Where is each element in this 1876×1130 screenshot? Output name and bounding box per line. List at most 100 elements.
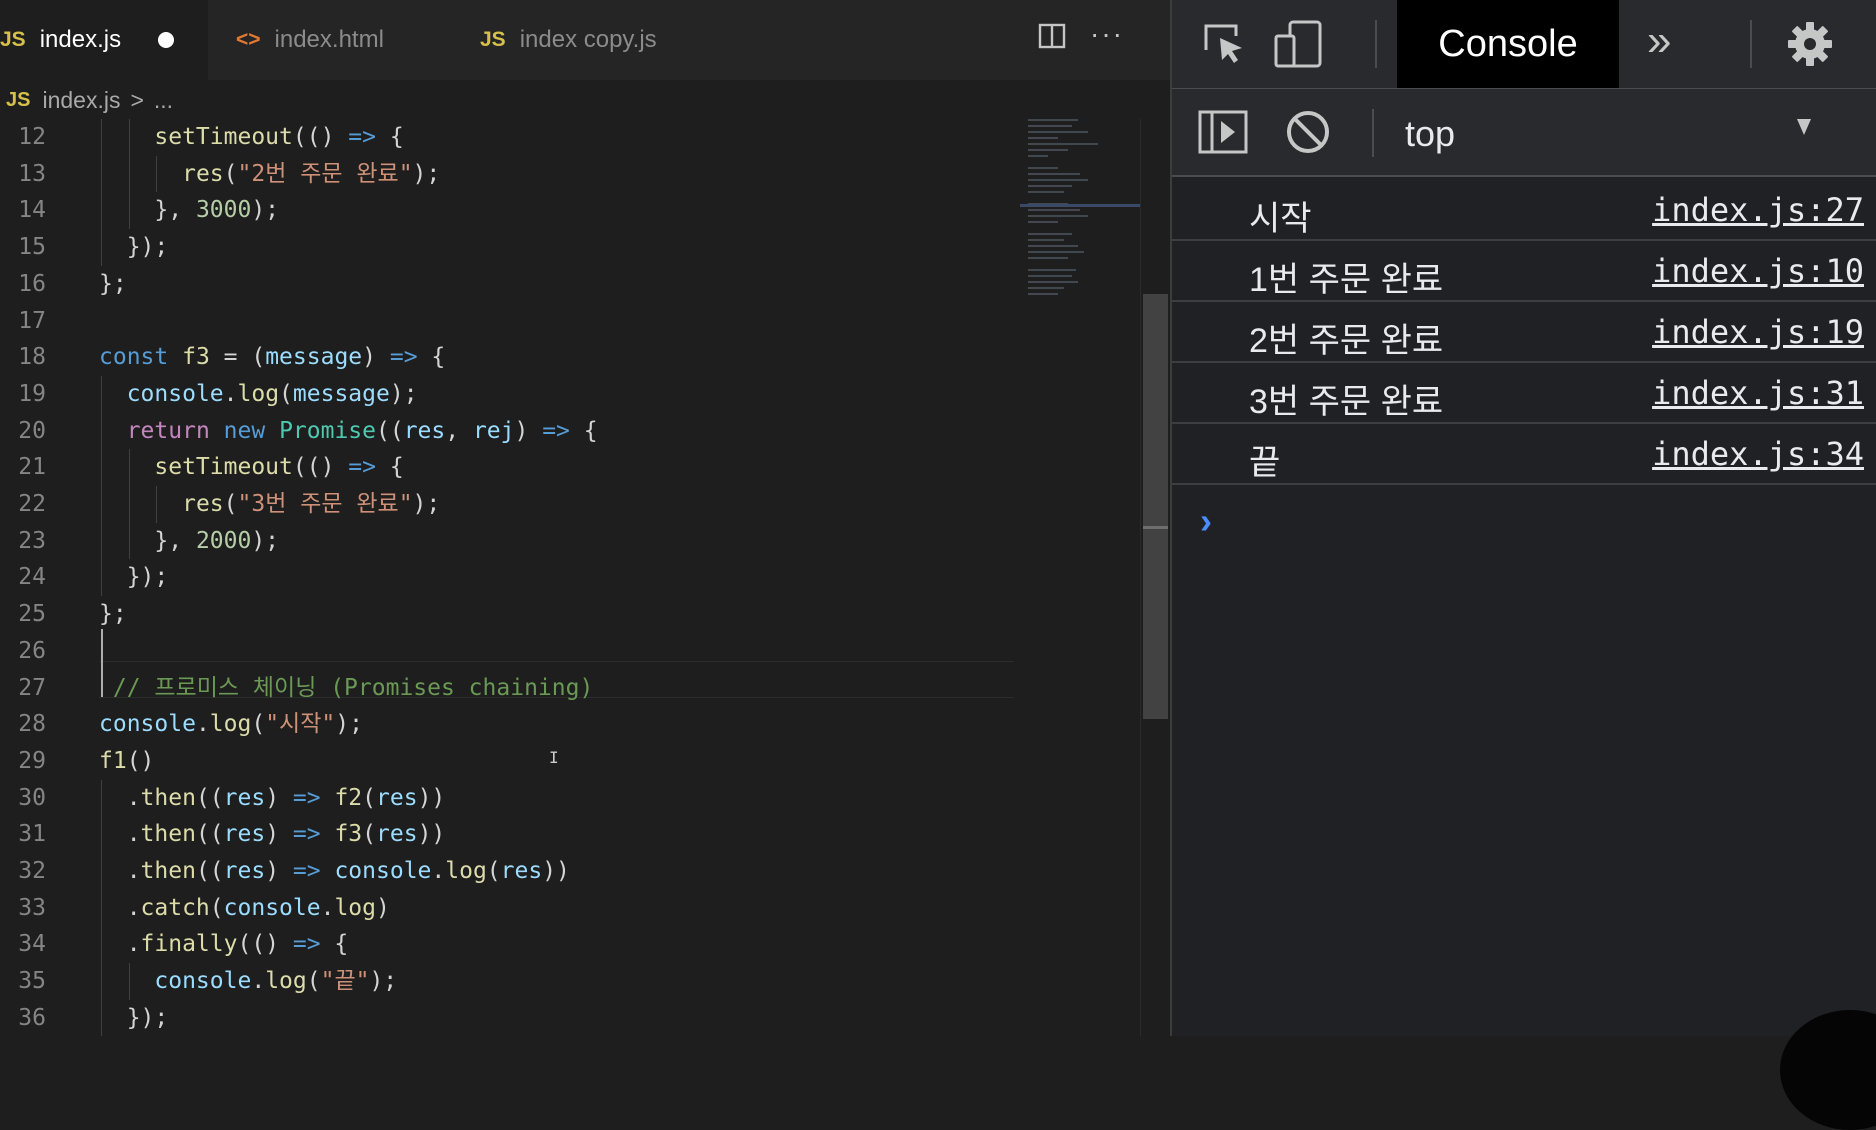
code-token: . bbox=[251, 968, 266, 995]
code-line[interactable]: 16}; bbox=[0, 266, 1020, 303]
code-line[interactable]: 14 }, 3000); bbox=[0, 192, 1020, 230]
more-actions-icon[interactable]: ··· bbox=[1090, 18, 1124, 50]
line-number: 21 bbox=[18, 454, 46, 481]
code-line[interactable]: 12 setTimeout(() => { bbox=[0, 119, 1020, 156]
code-text[interactable]: res("3번 주문 완료"); bbox=[99, 486, 440, 523]
code-line[interactable]: 19 console.log(message); bbox=[0, 375, 1020, 413]
minimap-line bbox=[1028, 137, 1058, 139]
code-text[interactable]: }); bbox=[99, 559, 169, 596]
code-text[interactable]: f1() bbox=[99, 743, 154, 780]
minimap-line bbox=[1028, 191, 1064, 193]
code-line[interactable]: 28 console.log("시작"); bbox=[0, 706, 1020, 743]
code-token: "3번 주문 완료" bbox=[237, 491, 413, 517]
tab-console[interactable]: Console bbox=[1397, 0, 1619, 88]
code-line[interactable]: 25}; bbox=[0, 596, 1020, 633]
breadcrumb-symbol[interactable]: ... bbox=[154, 87, 173, 114]
console-prompt[interactable]: › bbox=[1200, 500, 1212, 542]
code-token: ); bbox=[412, 491, 441, 517]
code-text[interactable]: }, 2000); bbox=[99, 523, 279, 560]
tab-index-copy-js[interactable]: JS index copy.js bbox=[452, 0, 712, 80]
minimap-line bbox=[1028, 257, 1068, 259]
code-line[interactable]: 23 }, 2000); bbox=[0, 522, 1020, 560]
code-line[interactable]: 24 }); bbox=[0, 559, 1020, 597]
code-text[interactable]: .then((res) => f3(res)) bbox=[99, 816, 446, 853]
code-token: log bbox=[334, 894, 376, 921]
code-text[interactable]: .then((res) => console.log(res)) bbox=[99, 853, 570, 890]
split-editor-icon[interactable] bbox=[1038, 22, 1066, 57]
code-line[interactable]: 36 }); bbox=[0, 999, 1020, 1036]
code-line[interactable]: 35 console.log("끝"); bbox=[0, 963, 1020, 1000]
line-number: 36 bbox=[18, 1004, 46, 1031]
code-line[interactable]: 15 }); bbox=[0, 229, 1020, 266]
tab-index-html[interactable]: <> index.html bbox=[208, 0, 452, 80]
code-line[interactable]: 31 .then((res) => f3(res)) bbox=[0, 816, 1020, 853]
code-text[interactable]: }); bbox=[99, 229, 169, 266]
code-text[interactable]: setTimeout(() => { bbox=[99, 449, 403, 486]
minimap-viewport[interactable] bbox=[1020, 204, 1140, 207]
console-source-link[interactable]: index.js:10 bbox=[1652, 252, 1864, 290]
code-text[interactable]: }; bbox=[99, 596, 127, 633]
code-token: (( bbox=[195, 858, 224, 884]
code-line[interactable]: 20 return new Promise((res, rej) => { bbox=[0, 412, 1020, 450]
code-text[interactable]: }, 3000); bbox=[99, 192, 279, 229]
minimap[interactable] bbox=[1020, 119, 1140, 1036]
code-token: { bbox=[320, 931, 349, 958]
gear-icon[interactable] bbox=[1786, 20, 1834, 73]
code-text[interactable]: res("2번 주문 완료"); bbox=[99, 156, 440, 193]
code-line[interactable]: 29 f1() bbox=[0, 743, 1020, 780]
code-text[interactable]: }); bbox=[99, 1000, 169, 1036]
code-text[interactable]: console.log("끝"); bbox=[99, 963, 397, 1000]
breadcrumb-file[interactable]: index.js bbox=[42, 87, 120, 114]
code-token: }; bbox=[99, 601, 127, 628]
console-source-link[interactable]: index.js:34 bbox=[1652, 435, 1864, 473]
code-text[interactable]: .finally(() => { bbox=[99, 926, 349, 963]
line-number: 30 bbox=[18, 784, 46, 811]
code-text[interactable]: console.log("시작"); bbox=[99, 706, 363, 743]
code-token: , bbox=[445, 417, 473, 444]
js-context-select[interactable]: top bbox=[1372, 89, 1832, 177]
console-source-link[interactable]: index.js:27 bbox=[1652, 191, 1864, 229]
minimap-line bbox=[1028, 251, 1084, 253]
minimap-line bbox=[1028, 233, 1072, 235]
text-cursor bbox=[101, 629, 103, 697]
code-line[interactable]: 34 .finally(() => { bbox=[0, 926, 1020, 964]
line-number: 35 bbox=[18, 968, 46, 995]
code-text[interactable]: }; bbox=[99, 266, 127, 303]
code-text[interactable]: const f3 = (message) => { bbox=[99, 339, 445, 376]
inspect-element-icon[interactable] bbox=[1200, 20, 1248, 73]
code-line[interactable]: 26 bbox=[0, 633, 1020, 670]
console-sidebar-icon[interactable] bbox=[1198, 109, 1248, 160]
device-toolbar-icon[interactable] bbox=[1272, 20, 1324, 73]
code-line[interactable]: 27 // 프로미스 체이닝 (Promises chaining) bbox=[0, 670, 1020, 707]
code-line[interactable]: 22 res("3번 주문 완료"); bbox=[0, 486, 1020, 523]
console-source-link[interactable]: index.js:19 bbox=[1652, 313, 1864, 351]
code-text[interactable]: console.log(message); bbox=[99, 376, 418, 413]
code-text[interactable]: setTimeout(() => { bbox=[99, 119, 403, 156]
code-line[interactable]: 21 setTimeout(() => { bbox=[0, 449, 1020, 486]
code-token: => bbox=[292, 858, 321, 884]
code-line[interactable]: 18 const f3 = (message) => { bbox=[0, 339, 1020, 376]
code-line[interactable]: 13 res("2번 주문 완료"); bbox=[0, 155, 1020, 193]
code-token: f3 bbox=[334, 821, 363, 848]
console-toolbar: top bbox=[1172, 89, 1876, 177]
code-line[interactable]: 17 bbox=[0, 303, 1020, 340]
more-tabs-icon[interactable]: » bbox=[1647, 16, 1671, 66]
code-text[interactable]: .then((res) => f2(res)) bbox=[99, 780, 446, 817]
code-token: log bbox=[265, 968, 307, 995]
code-text[interactable]: return new Promise((res, rej) => { bbox=[99, 413, 598, 450]
code-line[interactable]: 30 .then((res) => f2(res)) bbox=[0, 779, 1020, 817]
minimap-line bbox=[1028, 221, 1058, 223]
code-text[interactable]: // 프로미스 체이닝 (Promises chaining) bbox=[99, 670, 593, 707]
editor-scrollbar-thumb[interactable] bbox=[1143, 294, 1168, 719]
unsaved-dot-icon[interactable] bbox=[158, 32, 174, 48]
clear-console-icon[interactable] bbox=[1284, 108, 1332, 161]
code-line[interactable]: 32 .then((res) => console.log(res)) bbox=[0, 853, 1020, 890]
code-text[interactable]: .catch(console.log) bbox=[99, 890, 390, 927]
code-line[interactable]: 33 .catch(console.log) bbox=[0, 889, 1020, 927]
code-token: Promise bbox=[279, 417, 376, 444]
code-token: )) bbox=[417, 821, 446, 848]
console-source-link[interactable]: index.js:31 bbox=[1652, 374, 1864, 412]
tab-index-js[interactable]: JS index.js bbox=[0, 0, 208, 80]
